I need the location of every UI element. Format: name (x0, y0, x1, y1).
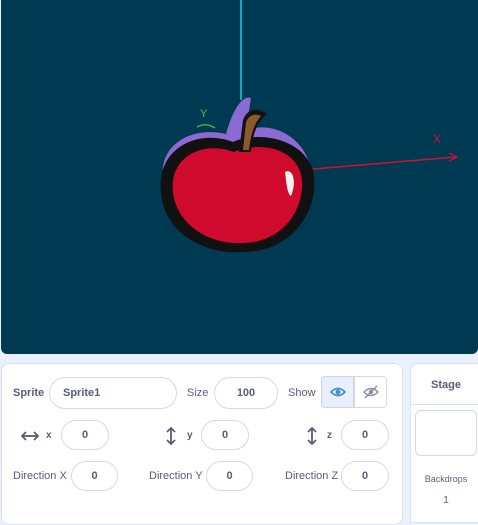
size-label: Size (187, 387, 209, 399)
x-label: x (46, 430, 52, 441)
horizontal-arrows-icon (21, 431, 39, 441)
show-sprite-button[interactable] (321, 376, 354, 408)
eye-icon (329, 387, 346, 397)
x-value: 0 (81, 429, 89, 441)
sprite-name-value: Sprite1 (63, 387, 101, 399)
y-value: 0 (221, 429, 229, 441)
size-value: 100 (236, 387, 256, 399)
direction-y-value: 0 (226, 470, 233, 482)
sprite-name-input[interactable]: Sprite1 (49, 377, 177, 409)
z-value: 0 (361, 429, 369, 441)
sprite-label: Sprite (13, 387, 45, 399)
direction-x-value: 0 (91, 470, 98, 482)
direction-x-input[interactable]: 0 (71, 461, 118, 491)
hide-sprite-button[interactable] (354, 376, 387, 408)
y-label: y (187, 430, 193, 441)
x-axis-label: X (433, 132, 441, 146)
direction-y-input[interactable]: 0 (206, 461, 253, 491)
stage-scene: X Y (160, 0, 459, 253)
size-input[interactable]: 100 (214, 377, 278, 409)
y-input[interactable]: 0 (201, 420, 249, 450)
backdrops-count: 1 (443, 495, 449, 506)
y-axis-label: Y (200, 108, 208, 120)
vertical-arrows-icon (166, 427, 176, 445)
stage-title: Stage (431, 379, 461, 391)
stage-divider (411, 404, 478, 405)
direction-z-label: Direction Z (285, 470, 339, 482)
z-label: z (327, 430, 332, 441)
stage-canvas[interactable]: X Y (1, 0, 478, 354)
y-gizmo-arc (196, 124, 216, 129)
x-input[interactable]: 0 (61, 420, 109, 450)
apple-sprite (160, 97, 315, 253)
eye-slash-icon (362, 385, 379, 399)
vertical-arrows-icon (307, 427, 317, 445)
z-input[interactable]: 0 (341, 420, 389, 450)
direction-z-value: 0 (361, 470, 369, 482)
x-axis-line (300, 156, 457, 171)
backdrops-label: Backdrops (424, 474, 468, 484)
direction-y-label: Direction Y (149, 470, 203, 482)
direction-x-label: Direction X (13, 470, 67, 482)
direction-z-input[interactable]: 0 (341, 461, 389, 491)
show-label: Show (288, 387, 316, 399)
stage-selector-panel[interactable]: Stage Backdrops 1 (410, 363, 478, 523)
stage-thumbnail[interactable] (415, 410, 477, 456)
